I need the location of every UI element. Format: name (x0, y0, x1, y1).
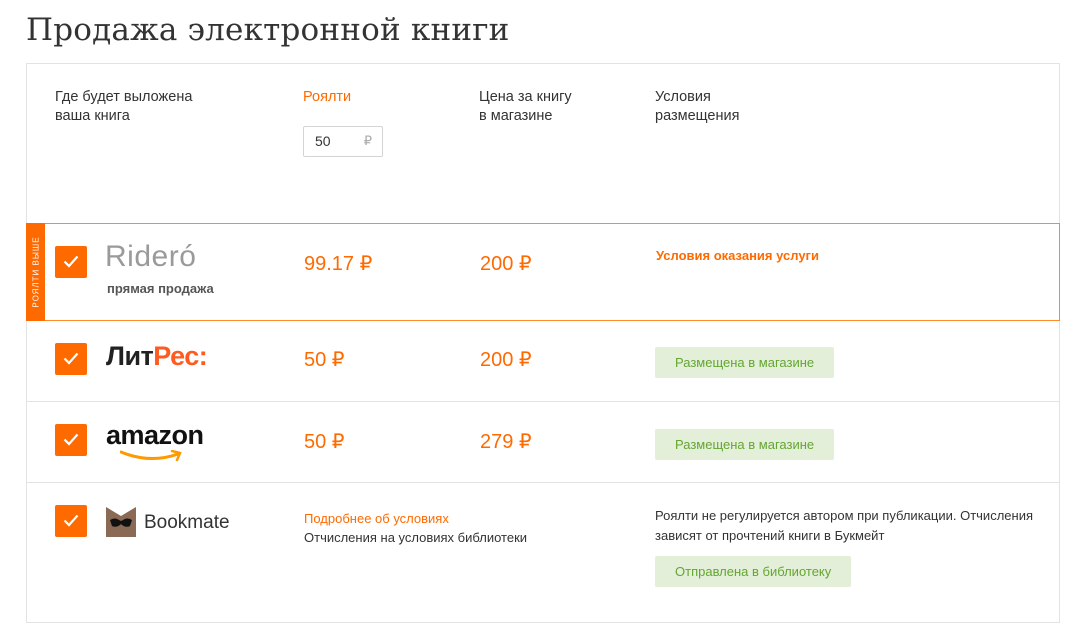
ridero-royalty: 99.17 ₽ (304, 253, 373, 275)
royalty-input-value[interactable]: 50 (315, 133, 331, 149)
bookmate-logo: Bookmate (106, 507, 230, 542)
service-terms-link[interactable]: Условия оказания услуги (656, 248, 819, 263)
checkmark-icon (63, 255, 79, 268)
amazon-status-badge: Размещена в магазине (655, 429, 835, 460)
litres-price: 200 ₽ (480, 349, 532, 371)
store-row-litres: ЛитРес: 50 ₽ 200 ₽ Размещена в магазине (27, 321, 1059, 401)
bookmate-terms-note: Роялти не регулируется автором при публи… (655, 508, 1033, 543)
amazon-royalty: 50 ₽ (304, 431, 345, 453)
bookmate-status-badge: Отправлена в библиотеку (655, 556, 852, 587)
store-row-ridero: роялти выше Rideró прямая продажа 99.17 … (26, 223, 1060, 321)
header-royalty: Роялти (303, 89, 352, 105)
checkmark-icon (63, 433, 79, 446)
litres-checkbox[interactable] (55, 343, 87, 375)
ridero-subtitle: прямая продажа (107, 281, 214, 296)
ridero-price: 200 ₽ (480, 253, 532, 275)
bookmate-checkbox[interactable] (55, 505, 87, 537)
ruble-icon: ₽ (363, 133, 372, 148)
checkmark-icon (63, 514, 79, 527)
header-terms: Условия размещения (655, 89, 740, 124)
litres-status-badge: Размещена в магазине (655, 347, 835, 378)
bookmate-royalty-note: Отчисления на условиях библиотеки (304, 530, 528, 545)
sales-panel: Где будет выложена ваша книга Роялти 50 … (26, 63, 1060, 623)
amazon-smile-icon (120, 450, 182, 462)
amazon-price: 279 ₽ (480, 431, 532, 453)
header-price: Цена за книгу в магазине (479, 89, 572, 124)
royalty-input[interactable]: 50 ₽ (303, 126, 383, 157)
litres-royalty: 50 ₽ (304, 349, 345, 371)
royalty-higher-ribbon: роялти выше (26, 223, 45, 321)
royalty-details-link[interactable]: Подробнее об условиях (304, 511, 449, 526)
ridero-checkbox[interactable] (55, 246, 87, 278)
store-row-bookmate: Bookmate Подробнее об условиях Отчислени… (27, 482, 1059, 623)
bookmate-mask-icon (106, 507, 136, 537)
litres-logo: ЛитРес: (106, 341, 208, 371)
amazon-checkbox[interactable] (55, 424, 87, 456)
page-title: Продажа электронной книги (26, 12, 510, 48)
amazon-logo: amazon (106, 420, 204, 462)
ridero-logo: Rideró (105, 240, 197, 273)
header-where: Где будет выложена ваша книга (55, 89, 193, 124)
checkmark-icon (63, 352, 79, 365)
store-row-amazon: amazon 50 ₽ 279 ₽ Размещена в магазине (27, 401, 1059, 482)
